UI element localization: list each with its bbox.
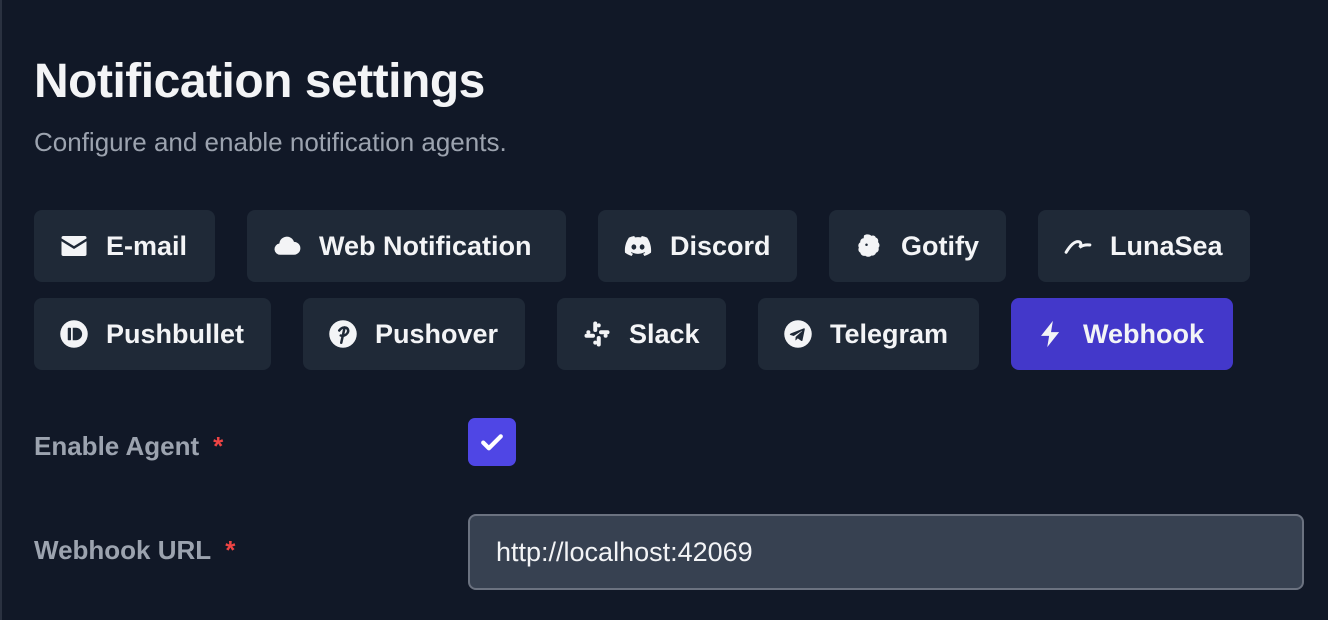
tab-label: Telegram — [830, 318, 949, 349]
tab-label: Pushover — [375, 318, 499, 349]
webhook-url-label-text: Webhook URL — [34, 535, 212, 565]
discord-icon — [622, 230, 654, 262]
tab-label: LunaSea — [1110, 230, 1223, 261]
checkmark-icon — [481, 434, 503, 451]
tab-pushbullet[interactable]: Pushbullet — [34, 298, 271, 370]
tab-label: Webhook — [1083, 318, 1204, 349]
lunasea-icon — [1062, 230, 1094, 262]
enable-agent-checkbox[interactable] — [468, 418, 516, 466]
tab-label: Web Notification — [319, 230, 532, 261]
webhook-url-label: Webhook URL * — [34, 532, 235, 568]
tab-label: Discord — [670, 230, 771, 261]
tab-webhook[interactable]: Webhook — [1011, 298, 1233, 370]
tab-discord[interactable]: Discord — [598, 210, 797, 282]
tab-web-notification[interactable]: Web Notification — [247, 210, 566, 282]
envelope-icon — [58, 230, 90, 262]
tab-label: Pushbullet — [106, 318, 245, 349]
enable-agent-label-text: Enable Agent — [34, 431, 200, 461]
enable-agent-label: Enable Agent * — [34, 428, 223, 464]
cloud-icon — [271, 230, 303, 262]
lightning-bolt-icon — [1035, 318, 1067, 350]
tab-pushover[interactable]: Pushover — [303, 298, 525, 370]
required-marker: * — [213, 431, 224, 461]
tab-label: E-mail — [106, 230, 188, 261]
webhook-url-input[interactable] — [468, 514, 1304, 590]
tab-telegram[interactable]: Telegram — [758, 298, 979, 370]
tab-lunasea[interactable]: LunaSea — [1038, 210, 1250, 282]
telegram-icon — [782, 318, 814, 350]
tab-slack[interactable]: Slack — [557, 298, 726, 370]
required-marker: * — [225, 535, 236, 565]
pushbullet-icon — [58, 318, 90, 350]
page-title: Notification settings — [34, 55, 485, 108]
tab-gotify[interactable]: Gotify — [829, 210, 1006, 282]
slack-icon — [581, 318, 613, 350]
page-subtitle: Configure and enable notification agents… — [34, 127, 507, 157]
notification-settings-page: Notification settings Configure and enab… — [0, 0, 1328, 620]
tab-label: Gotify — [901, 230, 979, 261]
gotify-icon — [853, 230, 885, 262]
tab-label: Slack — [629, 318, 700, 349]
pushover-icon — [327, 318, 359, 350]
tab-email[interactable]: E-mail — [34, 210, 215, 282]
